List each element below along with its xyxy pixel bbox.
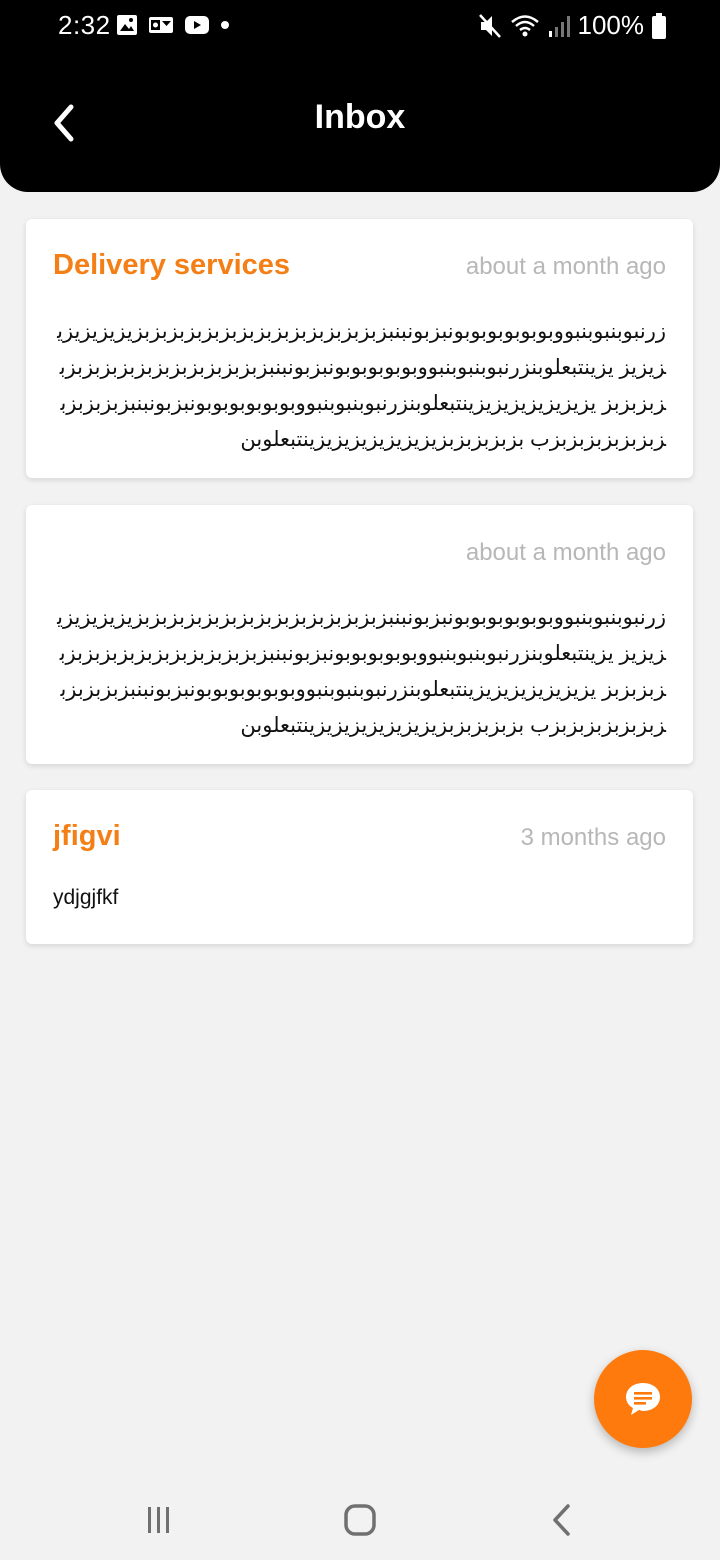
battery-icon: [652, 12, 666, 39]
wifi-icon: [510, 14, 539, 36]
message-card[interactable]: jfigvi 3 months ago ydjgjfkf: [26, 790, 693, 944]
system-nav-bar: [0, 1480, 720, 1560]
status-bar: 2:32 100%: [0, 0, 720, 54]
home-button[interactable]: [340, 1500, 380, 1540]
message-sender: jfigvi: [53, 820, 121, 852]
page-title: Inbox: [314, 98, 406, 136]
mute-icon: [478, 13, 501, 38]
status-left-icons: [116, 14, 230, 36]
new-message-fab[interactable]: [594, 1350, 692, 1448]
message-time: about a month ago: [465, 539, 666, 566]
back-icon: [553, 1504, 570, 1536]
message-sender: Delivery services: [53, 249, 291, 281]
home-icon: [344, 1504, 376, 1536]
status-right-icons: 100%: [478, 10, 666, 41]
battery-percent: 100%: [577, 10, 645, 40]
chat-icon: [626, 1383, 660, 1415]
message-time: 3 months ago: [520, 824, 666, 851]
message-card[interactable]: about a month ago زرنبوبنبوبنبووبوبوبوبو…: [26, 505, 693, 764]
gallery-icon: [117, 15, 137, 35]
message-body: ydjgjfkf: [53, 886, 119, 909]
app-header: 2:32 100% Inbox: [0, 0, 720, 192]
recents-button[interactable]: [139, 1500, 179, 1540]
youtube-icon: [185, 16, 209, 34]
message-time: about a month ago: [465, 253, 666, 280]
nav-back-button[interactable]: [542, 1500, 582, 1540]
status-time: 2:32: [58, 10, 111, 40]
dot-icon: [221, 21, 229, 29]
signal-icon: [548, 15, 570, 37]
message-card[interactable]: Delivery services about a month ago زرنب…: [26, 219, 693, 478]
message-body: زرنبوبنبوبنبووبوبوبوبوبوبونبزبونبنبزبزبز…: [57, 320, 666, 451]
recents-icon: [148, 1507, 169, 1533]
outlook-icon: [149, 17, 173, 33]
message-body: زرنبوبنبوبنبووبوبوبوبوبوبونبزبونبنبزبزبز…: [57, 606, 666, 737]
